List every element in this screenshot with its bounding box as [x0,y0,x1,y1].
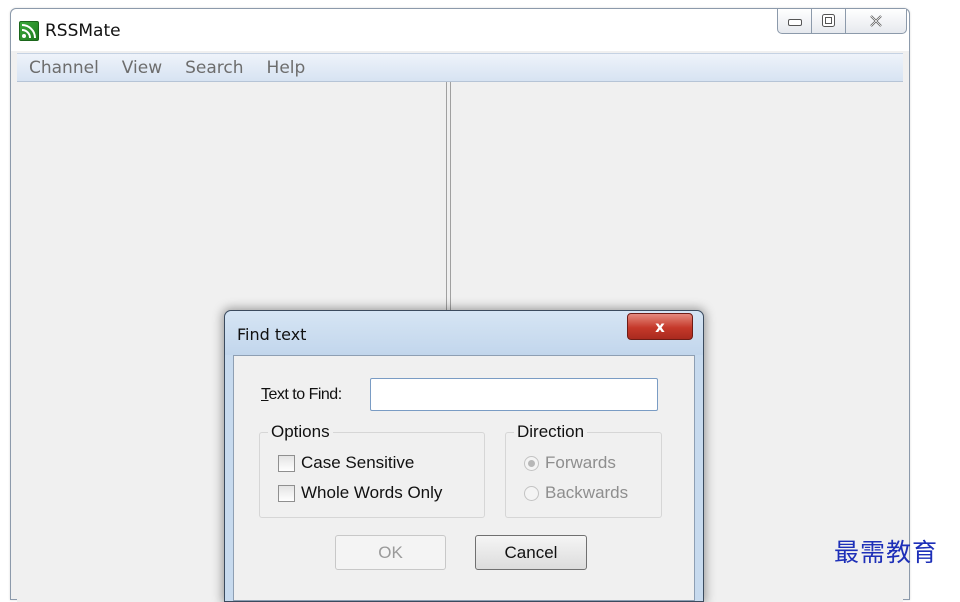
options-legend: Options [268,422,333,442]
text-to-find-label-text: ext to Find: [268,386,343,403]
close-icon: x [655,317,665,336]
menu-view[interactable]: View [110,58,173,78]
direction-legend: Direction [514,422,588,442]
menu-search[interactable]: Search [173,58,254,78]
menu-help[interactable]: Help [255,58,317,78]
menu-channel[interactable]: Channel [17,58,110,78]
whole-words-only-option[interactable]: Whole Words Only [278,483,442,503]
forwards-radio[interactable] [524,455,539,471]
close-icon [869,12,883,31]
case-sensitive-checkbox[interactable] [278,454,295,472]
text-to-find-accelerator: T [261,386,269,403]
ok-button[interactable]: OK [335,535,446,570]
whole-words-only-label: Whole Words Only [301,483,443,502]
text-to-find-input[interactable] [370,378,658,411]
forwards-label: Forwards [545,453,616,472]
window-title: RSSMate [45,21,121,41]
maximize-icon [822,12,835,31]
rss-feed-icon [19,21,39,41]
watermark-text: 最需教育 [834,538,939,567]
forwards-option[interactable]: Forwards [524,453,616,473]
backwards-option[interactable]: Backwards [524,483,628,503]
dialog-title-bar: Find text x [225,311,703,355]
menu-bar: Channel View Search Help [17,53,903,82]
minimize-button[interactable] [777,9,812,34]
text-to-find-label: Text to Find: [261,386,342,404]
dialog-close-button[interactable]: x [627,313,693,340]
find-text-dialog: Find text x Text to Find: Options Case S… [224,310,704,602]
dialog-body: Text to Find: Options Case Sensitive Who… [233,355,695,601]
options-group: Options Case Sensitive Whole Words Only [259,422,485,518]
window-controls [777,9,907,34]
maximize-button[interactable] [812,9,846,34]
dialog-title: Find text [237,325,307,344]
minimize-icon [787,12,802,31]
backwards-label: Backwards [545,483,629,502]
case-sensitive-option[interactable]: Case Sensitive [278,453,414,473]
title-bar: RSSMate [11,9,909,51]
case-sensitive-label: Case Sensitive [301,453,415,472]
cancel-button[interactable]: Cancel [475,535,587,570]
backwards-radio[interactable] [524,485,539,501]
close-button[interactable] [846,9,907,34]
direction-group: Direction Forwards Backwards [505,422,662,518]
whole-words-only-checkbox[interactable] [278,484,295,502]
